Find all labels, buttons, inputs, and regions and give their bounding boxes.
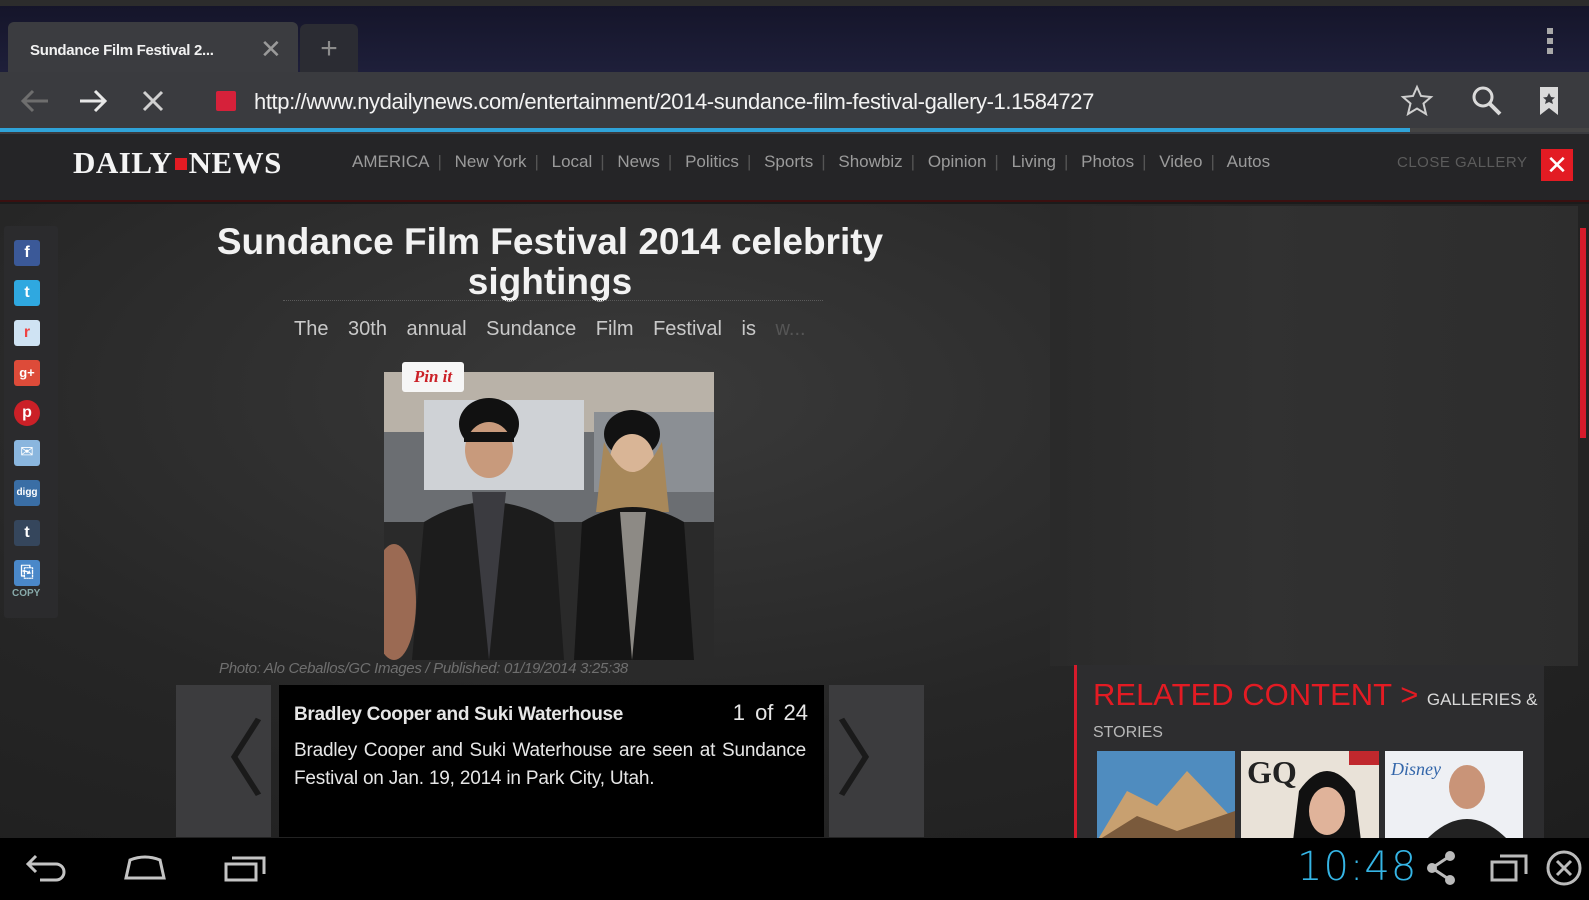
caption-title: Bradley Cooper and Suki Waterhouse	[294, 704, 624, 725]
nav-item-living[interactable]: Living	[1012, 152, 1056, 171]
nav-separator: |	[910, 152, 916, 171]
nav-separator: |	[821, 152, 826, 171]
copy-label: COPY	[12, 588, 41, 599]
screen: Sundance Film Festival 2... ✕ + http://w…	[0, 0, 1589, 900]
lede-fade: w...	[775, 318, 806, 340]
close-app-icon[interactable]	[1544, 848, 1584, 893]
nav-item-america[interactable]: AMERICA	[352, 152, 429, 171]
nav-separator: |	[600, 152, 605, 171]
related-title-text: RELATED CONTENT	[1093, 677, 1392, 712]
nav-separator: |	[437, 152, 442, 171]
nav-item-local[interactable]: Local	[552, 152, 593, 171]
related-sub: GALLERIES &	[1426, 690, 1538, 709]
email-icon[interactable]: ✉	[14, 440, 40, 466]
logo-dot	[174, 157, 187, 170]
forward-icon[interactable]	[74, 84, 112, 122]
logo-left: DAILY	[73, 145, 173, 180]
close-gallery-link[interactable]: CLOSE GALLERY	[1397, 154, 1527, 171]
browser-tab[interactable]: Sundance Film Festival 2... ✕	[8, 22, 298, 78]
bookmarks-icon[interactable]	[1530, 84, 1568, 122]
site-nav: AMERICA | New York | Local | News | Politics…	[352, 152, 1270, 172]
new-tab-button[interactable]: +	[300, 24, 358, 76]
page-load-progress-track	[1410, 128, 1589, 132]
nav-item-autos[interactable]: Autos	[1227, 152, 1270, 171]
nav-separator: |	[667, 152, 673, 171]
previous-photo-button[interactable]: 〈	[176, 685, 271, 837]
gallery-photo[interactable]	[384, 372, 714, 660]
close-tab-icon[interactable]: ✕	[260, 34, 282, 64]
tumblr-icon[interactable]: t	[14, 520, 40, 546]
related-title: RELATED CONTENT > GALLERIES &	[1093, 677, 1537, 713]
caption-text: Bradley Cooper and Suki Waterhouse are s…	[294, 740, 806, 789]
page-load-progress	[0, 128, 1410, 132]
related-thumbnail[interactable]	[1097, 751, 1235, 841]
nav-item-showbiz[interactable]: Showbiz	[838, 152, 902, 171]
nav-separator: |	[746, 152, 752, 171]
share-icon[interactable]	[1424, 848, 1460, 893]
photo-counter: 1 of 24	[732, 700, 808, 725]
related-arrow: >	[1400, 677, 1419, 712]
photo-credit: Photo: Alo Ceballos/GC Images / Publishe…	[219, 660, 628, 677]
browser-toolbar: http://www.nydailynews.com/entertainment…	[0, 72, 1589, 134]
nav-item-politics[interactable]: Politics	[685, 152, 739, 171]
google-plus-icon[interactable]: g+	[14, 360, 40, 386]
close-gallery-button[interactable]: ✕	[1541, 149, 1573, 181]
site-favicon-icon	[216, 91, 236, 111]
facebook-icon[interactable]: f	[14, 240, 40, 266]
page-scroll-indicator[interactable]	[1580, 228, 1586, 438]
related-thumbnail[interactable]: GQ	[1241, 751, 1379, 841]
reddit-icon[interactable]: r	[14, 320, 40, 346]
tab-strip: Sundance Film Festival 2... ✕ +	[0, 0, 1589, 78]
digg-icon[interactable]: digg	[14, 480, 40, 506]
related-content-panel: RELATED CONTENT > GALLERIES & STORIES GQ…	[1074, 665, 1544, 841]
window-icon[interactable]	[1488, 848, 1530, 893]
search-icon[interactable]	[1468, 84, 1506, 122]
social-share-bar: f t r g+ p ✉ digg t ⎘ COPY	[4, 226, 58, 618]
divider	[283, 300, 823, 301]
url-field[interactable]: http://www.nydailynews.com/entertainment…	[254, 89, 1094, 115]
nav-item-video[interactable]: Video	[1159, 152, 1202, 171]
system-nav-bar: 10:48	[0, 838, 1589, 900]
svg-text:Disney: Disney	[1390, 759, 1441, 779]
related-sub-2: STORIES	[1093, 724, 1163, 741]
overflow-menu-icon[interactable]	[1540, 28, 1560, 64]
ad-panel	[1050, 206, 1578, 666]
back-nav-icon[interactable]	[22, 848, 70, 893]
related-thumbnail[interactable]: Disney	[1385, 751, 1523, 841]
nav-item-new-york[interactable]: New York	[455, 152, 527, 171]
nav-separator: |	[1142, 152, 1147, 171]
pinterest-icon[interactable]: p	[14, 400, 40, 426]
svg-text:GQ: GQ	[1247, 754, 1297, 790]
tab-title[interactable]: Sundance Film Festival 2...	[30, 42, 245, 59]
nav-item-photos[interactable]: Photos	[1081, 152, 1134, 171]
nav-separator: |	[534, 152, 539, 171]
nav-item-news[interactable]: News	[617, 152, 660, 171]
recent-apps-icon[interactable]	[220, 848, 270, 893]
home-nav-icon[interactable]	[120, 848, 170, 893]
gallery-headline: Sundance Film Festival 2014 celebrity si…	[216, 221, 884, 302]
nav-item-opinion[interactable]: Opinion	[928, 152, 987, 171]
nav-item-sports[interactable]: Sports	[764, 152, 813, 171]
lede-text: The 30th annual Sundance Film Festival i…	[294, 318, 756, 340]
clock: 10:48	[1297, 844, 1418, 890]
nav-separator: |	[1064, 152, 1069, 171]
gallery-lede[interactable]: The 30th annual Sundance Film Festival i…	[294, 318, 824, 346]
logo-right: NEWS	[188, 145, 282, 180]
nav-separator: |	[994, 152, 999, 171]
copy-link-icon[interactable]: ⎘	[14, 560, 40, 586]
next-photo-button[interactable]: 〉	[829, 685, 924, 837]
twitter-icon[interactable]: t	[14, 280, 40, 306]
nav-separator: |	[1210, 152, 1215, 171]
star-icon[interactable]	[1398, 84, 1436, 122]
stop-icon[interactable]	[134, 84, 172, 122]
daily-news-logo[interactable]: DAILY NEWS	[73, 145, 282, 181]
back-icon[interactable]	[16, 84, 54, 122]
site-header: DAILY NEWS AMERICA | New York | Local | News…	[0, 134, 1589, 202]
photo-caption: Bradley Cooper and Suki Waterhouse 1 of …	[279, 685, 824, 837]
pin-it-button[interactable]: Pin it	[402, 362, 464, 392]
